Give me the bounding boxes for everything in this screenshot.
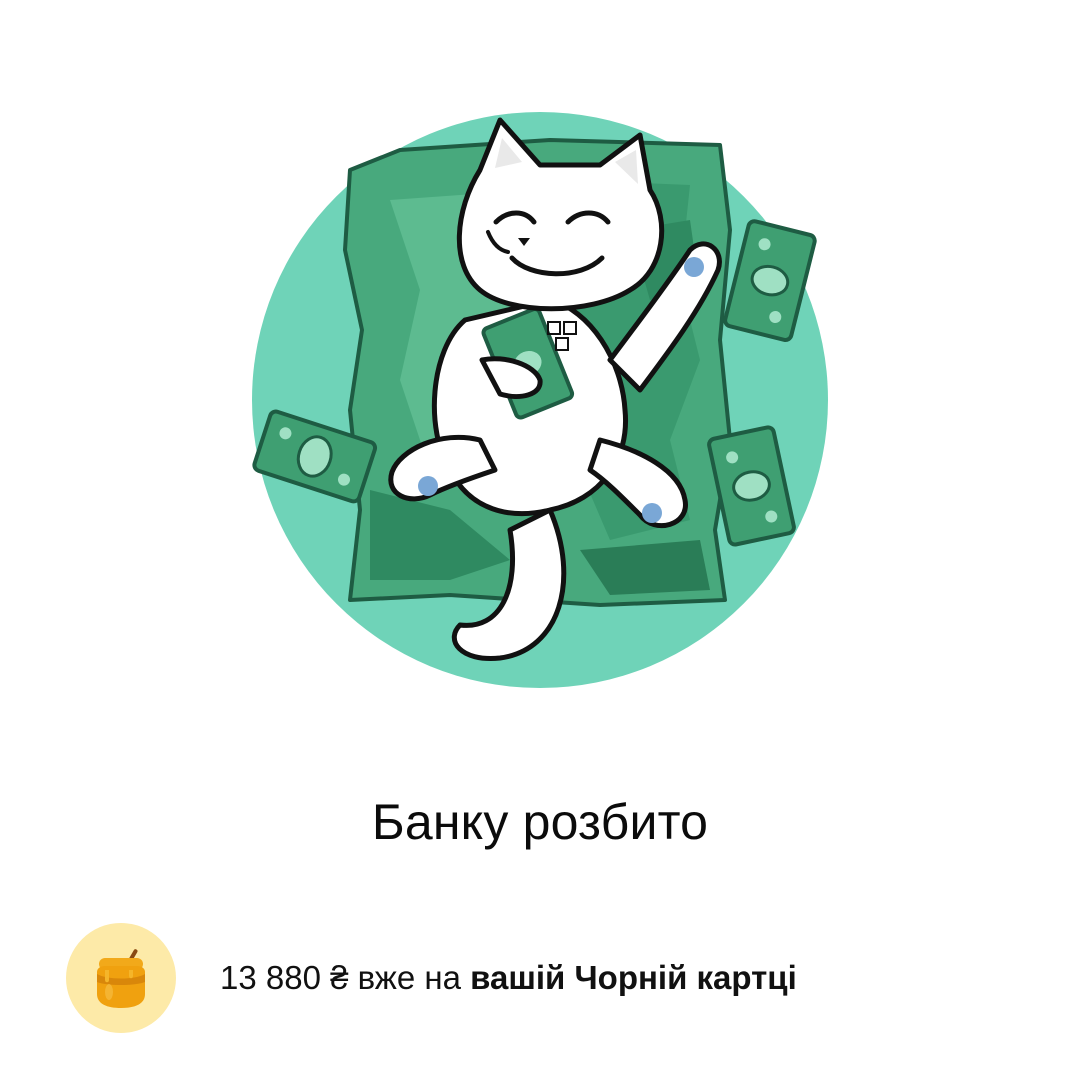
- balance-info-row: 13 880 ₴ вже на вашій Чорній картці: [66, 922, 797, 1034]
- cat-with-money-icon: [252, 112, 828, 688]
- honey-jar-badge: [66, 923, 176, 1033]
- message-connector: вже на: [348, 959, 471, 996]
- honey-jar-icon: [97, 949, 145, 1008]
- transfer-amount: 13 880 ₴: [220, 959, 349, 996]
- page-title: Банку розбито: [371, 794, 709, 850]
- card-name: вашій Чорній картці: [470, 959, 797, 996]
- hero-illustration: [250, 110, 830, 690]
- balance-message: 13 880 ₴ вже на вашій Чорній картці: [220, 958, 797, 998]
